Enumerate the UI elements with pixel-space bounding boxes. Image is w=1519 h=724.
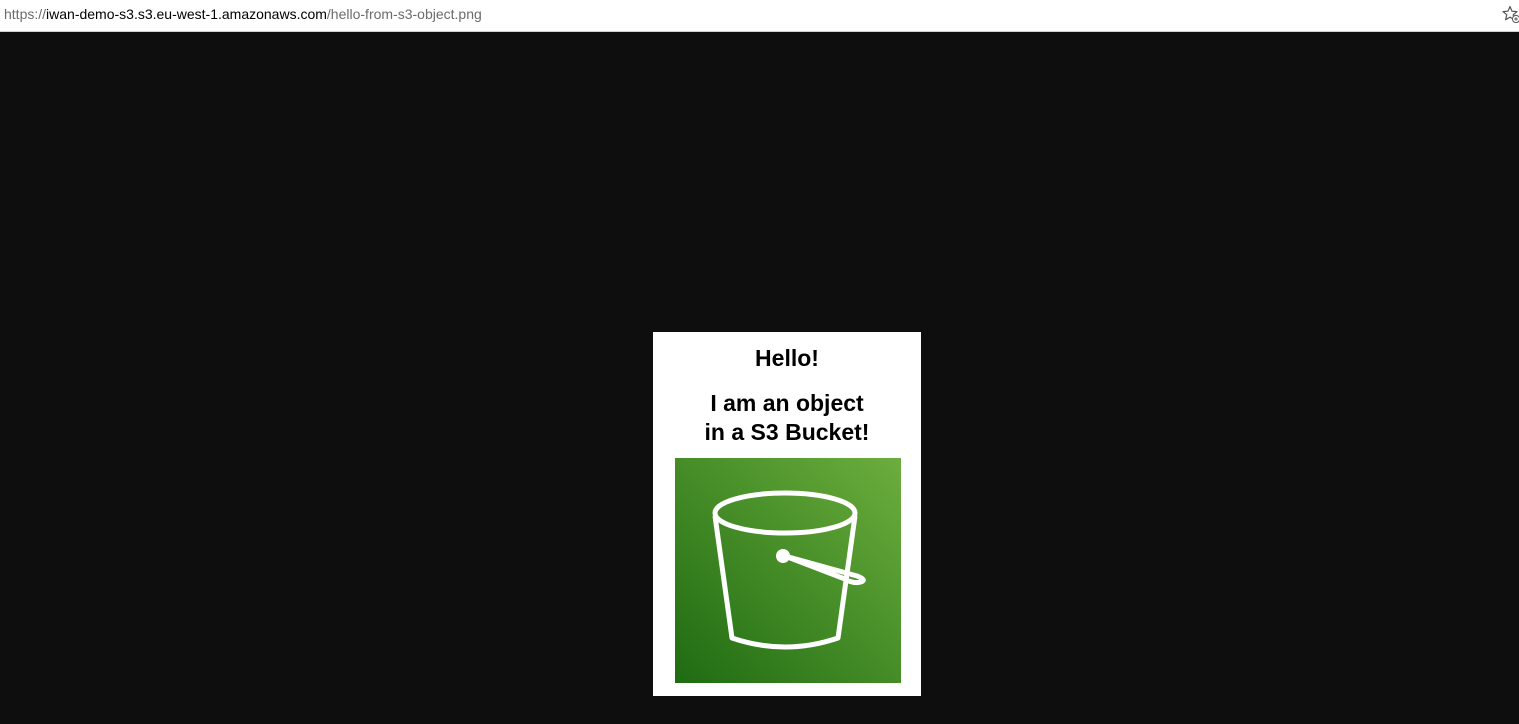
star-icon[interactable] bbox=[1502, 5, 1519, 23]
url-path: /hello-from-s3-object.png bbox=[326, 6, 482, 22]
s3-bucket-icon bbox=[675, 458, 901, 683]
address-bar[interactable]: https://iwan-demo-s3.s3.eu-west-1.amazon… bbox=[0, 0, 1519, 32]
object-text-line-2: in a S3 Bucket! bbox=[704, 419, 870, 445]
hello-text: Hello! bbox=[755, 345, 819, 371]
displayed-image[interactable]: Hello! I am an object in a S3 Bucket! bbox=[653, 332, 921, 696]
object-text-line-1: I am an object bbox=[710, 390, 864, 416]
url-text[interactable]: https://iwan-demo-s3.s3.eu-west-1.amazon… bbox=[4, 6, 482, 22]
url-host: iwan-demo-s3.s3.eu-west-1.amazonaws.com bbox=[46, 6, 327, 22]
url-scheme: https:// bbox=[4, 6, 47, 22]
image-viewer: Hello! I am an object in a S3 Bucket! bbox=[0, 33, 1519, 724]
